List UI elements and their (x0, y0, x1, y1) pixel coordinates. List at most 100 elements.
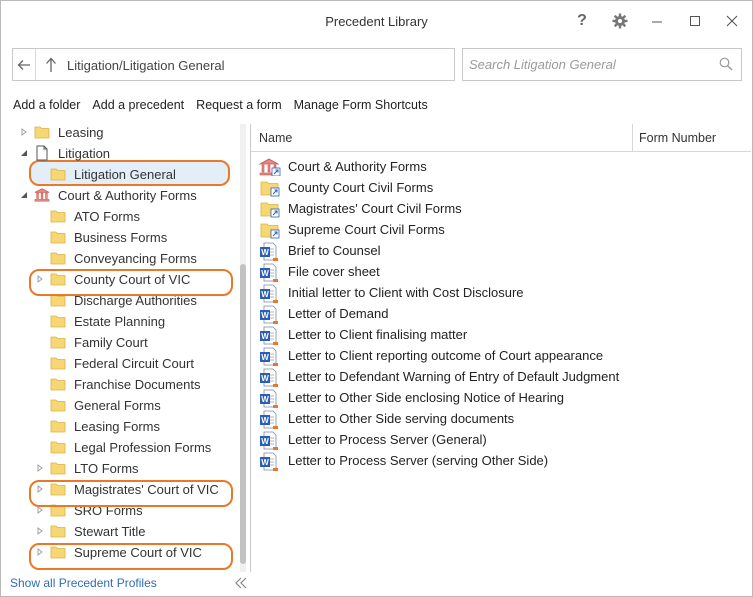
tree-item-label: General Forms (74, 398, 161, 413)
list-item[interactable]: W Letter to Other Side enclosing Notice o… (259, 387, 739, 408)
list-item[interactable]: W Letter to Process Server (General) (259, 429, 739, 450)
help-button[interactable]: ? (570, 9, 594, 33)
maximize-icon (690, 16, 700, 26)
list-item[interactable]: Magistrates' Court Civil Forms (259, 198, 739, 219)
precedent-list: Name Form Number Court & Authority Forms… (251, 124, 752, 596)
svg-text:W: W (261, 437, 269, 446)
up-button[interactable] (43, 56, 59, 74)
svg-text:W: W (261, 374, 269, 383)
tree-item[interactable]: Federal Circuit Court (1, 353, 237, 374)
tree-item[interactable]: Leasing Forms (1, 416, 237, 437)
list-item-name: Brief to Counsel (288, 243, 381, 258)
list-item[interactable]: W Letter to Defendant Warning of Entry of… (259, 366, 739, 387)
list-item[interactable]: W Brief to Counsel (259, 240, 739, 261)
folder-icon (50, 460, 66, 476)
tree-item[interactable]: ATO Forms (1, 206, 237, 227)
word-doc-icon: W (259, 242, 278, 261)
list-item[interactable]: W File cover sheet (259, 261, 739, 282)
tree-item-label: Business Forms (74, 230, 168, 245)
list-item[interactable]: W Letter to Client reporting outcome of C… (259, 345, 739, 366)
search-icon[interactable] (719, 57, 733, 71)
add-precedent-button[interactable]: Add a precedent (92, 98, 184, 114)
address-path[interactable]: Litigation/Litigation General (67, 58, 225, 73)
add-folder-button[interactable]: Add a folder (13, 98, 80, 114)
tree-item[interactable]: Franchise Documents (1, 374, 237, 395)
tree-item[interactable]: Litigation (1, 143, 237, 164)
list-item[interactable]: W Letter to Other Side serving documents (259, 408, 739, 429)
tree-scrollbar[interactable] (237, 124, 249, 572)
tree-item[interactable]: General Forms (1, 395, 237, 416)
back-button[interactable] (13, 49, 36, 80)
svg-text:W: W (261, 416, 269, 425)
search-input[interactable] (469, 55, 709, 74)
svg-text:W: W (261, 458, 269, 467)
list-item[interactable]: County Court Civil Forms (259, 177, 739, 198)
list-item-name: Letter to Defendant Warning of Entry of … (288, 369, 620, 384)
tree-item-label: Family Court (74, 335, 148, 350)
tree-item-label: LTO Forms (74, 461, 139, 476)
collapse-pane-button[interactable] (234, 576, 248, 593)
maximize-button[interactable] (683, 9, 707, 33)
tree-item[interactable]: Legal Profession Forms (1, 437, 237, 458)
collapsed-arrow-icon[interactable] (19, 127, 29, 137)
list-item[interactable]: W Letter of Demand (259, 303, 739, 324)
tree-item-label: Litigation (58, 146, 111, 161)
tree-item[interactable]: Business Forms (1, 227, 237, 248)
tree-item[interactable]: Conveyancing Forms (1, 248, 237, 269)
window-title: Precedent Library (325, 14, 428, 29)
svg-text:W: W (261, 248, 269, 257)
manage-form-shortcuts-button[interactable]: Manage Form Shortcuts (294, 98, 428, 114)
tree-item-label: Conveyancing Forms (74, 251, 197, 266)
folder-icon (50, 334, 66, 350)
list-item[interactable]: W Initial letter to Client with Cost Disc… (259, 282, 739, 303)
county-court-highlight-ring (29, 269, 233, 296)
arrow-up-icon (46, 57, 56, 72)
list-item-name: Letter to Other Side serving documents (288, 411, 515, 426)
expanded-arrow-icon[interactable] (19, 148, 29, 158)
scrollbar-thumb[interactable] (240, 264, 246, 564)
tree-item[interactable]: Stewart Title (1, 521, 237, 542)
tree-item-label: Court & Authority Forms (58, 188, 197, 203)
word-doc-icon: W (259, 410, 278, 429)
arrow-left-icon (17, 59, 30, 70)
double-chevron-left-icon (235, 577, 247, 589)
folder-icon (34, 124, 50, 140)
word-doc-icon: W (259, 263, 278, 282)
show-all-profiles-link[interactable]: Show all Precedent Profiles (10, 576, 157, 590)
tree-item[interactable]: Family Court (1, 332, 237, 353)
column-header-form-number[interactable]: Form Number (639, 131, 716, 145)
tree-item-label: Legal Profession Forms (74, 440, 212, 455)
settings-button[interactable] (608, 9, 632, 33)
address-bar: Litigation/Litigation General (12, 48, 455, 81)
svg-text:W: W (261, 311, 269, 320)
expanded-arrow-icon[interactable] (19, 190, 29, 200)
collapsed-arrow-icon[interactable] (35, 526, 45, 536)
tree-item[interactable]: Estate Planning (1, 311, 237, 332)
precedent-library-window: Precedent Library ? Litigation/Litigatio… (0, 0, 753, 597)
list-item-name: Supreme Court Civil Forms (288, 222, 445, 237)
tree-item[interactable]: LTO Forms (1, 458, 237, 479)
folder-shortcut-icon (259, 179, 280, 197)
tree-item-label: ATO Forms (74, 209, 140, 224)
minimize-button[interactable] (645, 9, 669, 33)
supreme-court-highlight-ring (29, 543, 233, 570)
document-icon (34, 145, 50, 161)
list-item[interactable]: Supreme Court Civil Forms (259, 219, 739, 240)
tree-item[interactable]: Litigation General (1, 164, 237, 185)
list-item[interactable]: W Letter to Process Server (serving Other… (259, 450, 739, 471)
svg-text:W: W (261, 290, 269, 299)
list-item-name: Letter to Other Side enclosing Notice of… (288, 390, 565, 405)
word-doc-icon: W (259, 452, 278, 471)
close-button[interactable] (720, 9, 744, 33)
list-item[interactable]: W Letter to Client finalising matter (259, 324, 739, 345)
request-form-button[interactable]: Request a form (196, 98, 281, 114)
close-icon (726, 15, 738, 27)
tree-item[interactable]: Leasing (1, 124, 237, 143)
tree-item[interactable]: Court & Authority Forms (1, 185, 237, 206)
list-item[interactable]: Court & Authority Forms (258, 156, 739, 177)
column-divider[interactable] (632, 124, 633, 151)
folder-icon (50, 166, 66, 182)
question-icon: ? (577, 12, 587, 29)
column-header-name[interactable]: Name (259, 131, 292, 145)
collapsed-arrow-icon[interactable] (35, 463, 45, 473)
